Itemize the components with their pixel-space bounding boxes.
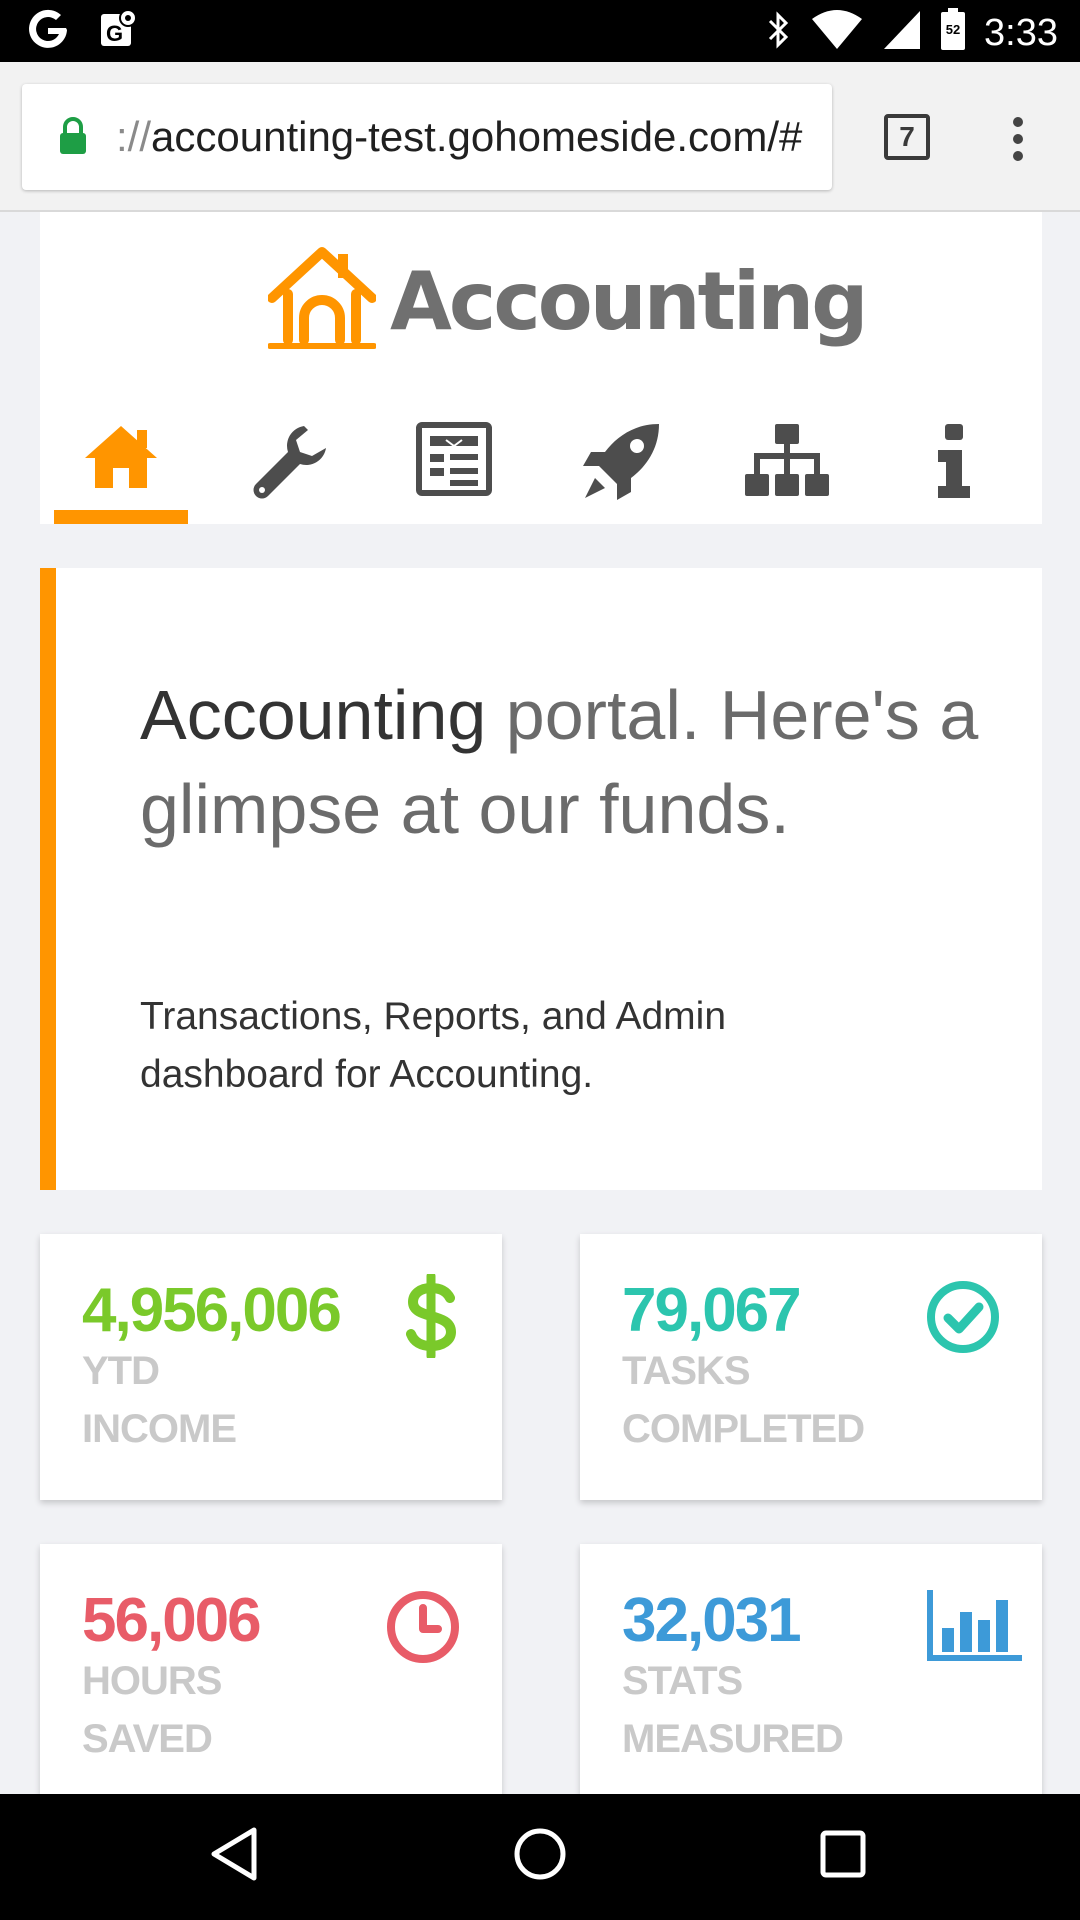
lock-icon bbox=[58, 116, 88, 161]
stat-label-line1: YTD bbox=[82, 1349, 160, 1393]
intro-subtitle: Transactions, Reports, and Admin dashboa… bbox=[140, 995, 727, 1096]
maps-icon: G bbox=[98, 8, 138, 57]
signal-icon bbox=[882, 9, 922, 56]
newspaper-icon bbox=[416, 422, 492, 501]
stat-value: 32,031 bbox=[622, 1586, 802, 1655]
stat-label: HOURS SAVED bbox=[82, 1652, 462, 1768]
clock-icon bbox=[386, 1590, 460, 1669]
wifi-icon bbox=[810, 9, 864, 56]
stat-label: YTD INCOME bbox=[82, 1342, 462, 1458]
stat-label-line2: SAVED bbox=[82, 1717, 213, 1761]
battery-icon: 52 bbox=[940, 8, 966, 57]
stat-card-hours[interactable]: 56,006 HOURS SAVED bbox=[40, 1544, 502, 1810]
site-header: Accounting bbox=[40, 212, 1042, 524]
house-logo-icon bbox=[267, 246, 377, 357]
google-icon bbox=[26, 8, 70, 57]
nav-launch[interactable] bbox=[554, 408, 688, 524]
sitemap-icon bbox=[743, 422, 831, 503]
intro-card: Accounting portal. Here's a glimpse at o… bbox=[40, 568, 1042, 1190]
stat-card-stats[interactable]: 32,031 STATS MEASURED bbox=[580, 1544, 1042, 1810]
tab-switcher-button[interactable]: 7 bbox=[884, 114, 930, 160]
stat-value: 56,006 bbox=[82, 1586, 262, 1655]
browser-toolbar: ://accounting-test.gohomeside.com/# 7 bbox=[0, 62, 1080, 212]
wrench-icon bbox=[248, 422, 328, 507]
logo-text: Accounting bbox=[390, 254, 869, 348]
bluetooth-icon bbox=[766, 9, 792, 56]
recents-icon[interactable] bbox=[818, 1824, 868, 1889]
nav-reports[interactable] bbox=[387, 408, 521, 524]
stat-value: 4,956,006 bbox=[82, 1276, 342, 1345]
url-text: ://accounting-test.gohomeside.com/# bbox=[116, 84, 802, 190]
site-logo[interactable]: Accounting bbox=[267, 246, 869, 357]
stat-card-income[interactable]: 4,956,006 YTD INCOME bbox=[40, 1234, 502, 1500]
nav-info[interactable] bbox=[887, 408, 1021, 524]
back-icon[interactable] bbox=[208, 1824, 260, 1889]
bar-chart-icon bbox=[926, 1588, 1024, 1667]
stat-label: TASKS COMPLETED bbox=[622, 1342, 1002, 1458]
overflow-menu-icon[interactable] bbox=[1010, 116, 1026, 167]
stat-label-line2: COMPLETED bbox=[622, 1407, 865, 1451]
battery-level: 52 bbox=[945, 22, 961, 37]
stat-label-line2: MEASURED bbox=[622, 1717, 844, 1761]
clock-time: 3:33 bbox=[984, 11, 1058, 54]
home-icon bbox=[81, 422, 161, 497]
stat-card-tasks[interactable]: 79,067 TASKS COMPLETED bbox=[580, 1234, 1042, 1500]
intro-title-strong: Accounting bbox=[140, 676, 487, 754]
stat-value: 79,067 bbox=[622, 1276, 802, 1345]
check-circle-icon bbox=[926, 1280, 1000, 1359]
status-bar: G 52 3:33 bbox=[0, 0, 1080, 62]
intro-title: Accounting portal. Here's a glimpse at o… bbox=[140, 668, 1000, 856]
dollar-icon bbox=[406, 1271, 457, 1363]
address-bar[interactable]: ://accounting-test.gohomeside.com/# bbox=[22, 84, 832, 190]
stat-label: STATS MEASURED bbox=[622, 1652, 1002, 1768]
stat-label-line2: INCOME bbox=[82, 1407, 237, 1451]
rocket-icon bbox=[581, 422, 661, 507]
url-host: accounting-test.gohomeside.com/# bbox=[151, 113, 803, 160]
home-button-icon[interactable] bbox=[510, 1824, 570, 1889]
info-icon bbox=[934, 422, 974, 505]
url-scheme: :// bbox=[116, 113, 152, 160]
nav-organization[interactable] bbox=[720, 408, 854, 524]
main-nav bbox=[54, 408, 1014, 524]
svg-text:G: G bbox=[106, 21, 123, 46]
nav-tools[interactable] bbox=[221, 408, 355, 524]
system-nav-bar bbox=[0, 1794, 1080, 1920]
nav-home[interactable] bbox=[54, 408, 188, 524]
